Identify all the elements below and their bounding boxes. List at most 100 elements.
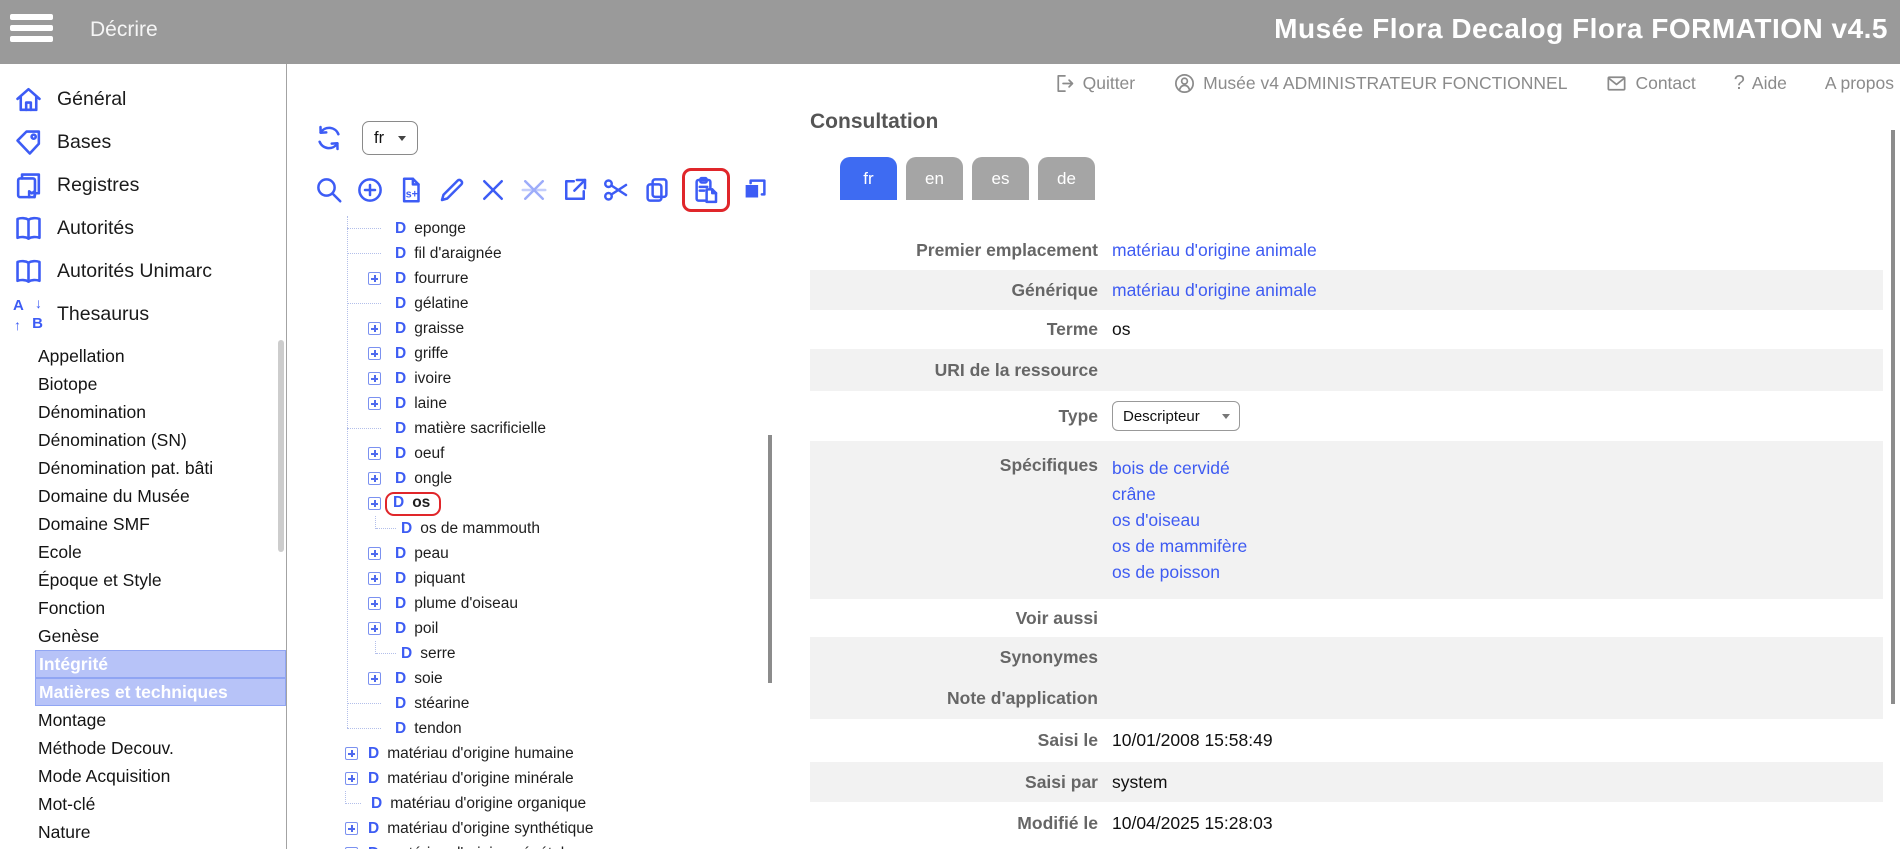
refresh-icon[interactable] [313, 120, 345, 156]
expand-plus-icon[interactable] [368, 272, 381, 285]
expand-plus-icon[interactable] [345, 772, 358, 785]
open-external-icon[interactable] [559, 172, 591, 208]
tree-item[interactable]: Dsoie [287, 666, 765, 691]
tab-fr[interactable]: fr [840, 157, 897, 200]
tree-item-label[interactable]: griffe [414, 345, 448, 363]
field-value-link[interactable]: matériau d'origine animale [1112, 280, 1317, 301]
add-synonym-doc-icon[interactable]: s+ [395, 172, 427, 208]
list-item[interactable]: Dénomination [0, 398, 286, 426]
tree-item[interactable]: Dmatériau d'origine minérale [287, 766, 765, 791]
field-value-link[interactable]: matériau d'origine animale [1112, 240, 1317, 261]
tree-item-label[interactable]: stéarine [414, 695, 469, 713]
list-item[interactable]: Domaine du Musée [0, 482, 286, 510]
expand-plus-icon[interactable] [368, 672, 381, 685]
list-item[interactable]: Méthode Decouv. [0, 734, 286, 762]
sidebar-item-autorites[interactable]: Autorités [0, 207, 286, 250]
expand-plus-icon[interactable] [368, 322, 381, 335]
list-item[interactable]: Montage [0, 706, 286, 734]
list-item[interactable]: Domaine SMF [0, 510, 286, 538]
specifique-link[interactable]: bois de cervidé [1112, 455, 1247, 481]
expand-plus-icon[interactable] [368, 622, 381, 635]
tree-item[interactable]: Dgriffe [287, 341, 765, 366]
cut-scissors-icon[interactable] [600, 172, 632, 208]
tree-item-label[interactable]: matière sacrificielle [414, 420, 546, 438]
tree-item[interactable]: Divoire [287, 366, 765, 391]
list-item[interactable]: Nature [0, 818, 286, 846]
search-icon[interactable] [313, 172, 345, 208]
list-item[interactable]: Biotope [0, 370, 286, 398]
tree-item[interactable]: Dpeau [287, 541, 765, 566]
expand-plus-icon[interactable] [345, 822, 358, 835]
expand-plus-icon[interactable] [368, 572, 381, 585]
tree-item-label[interactable]: fourrure [414, 270, 468, 288]
tree-item[interactable]: Deponge [287, 216, 765, 241]
sidebar-item-autorites-unimarc[interactable]: Autorités Unimarc [0, 250, 286, 293]
list-item-selected[interactable]: Intégrité [35, 650, 286, 678]
tree-item[interactable]: Dmatériau d'origine humaine [287, 741, 765, 766]
tree-item[interactable]: Doeuf [287, 441, 765, 466]
tree-item-label[interactable]: os de mammouth [420, 520, 540, 538]
tree-item[interactable]: Dserre [287, 641, 765, 666]
tree-item-label[interactable]: piquant [414, 570, 465, 588]
tree-item-label[interactable]: serre [420, 645, 455, 663]
expand-plus-icon[interactable] [368, 397, 381, 410]
tree-item-label[interactable]: laine [414, 395, 447, 413]
tree-item[interactable]: Dmatière sacrificielle [287, 416, 765, 441]
tree-item-label[interactable]: graisse [414, 320, 464, 338]
tree-item-label[interactable]: matériau d'origine synthétique [387, 820, 593, 838]
tree-item-label[interactable]: oeuf [414, 445, 444, 463]
edit-pencil-icon[interactable] [436, 172, 468, 208]
tree-item-label[interactable]: tendon [414, 720, 461, 738]
list-item[interactable]: Mode Acquisition [0, 762, 286, 790]
list-item[interactable]: Mot-clé [0, 790, 286, 818]
tab-en[interactable]: en [906, 157, 963, 200]
add-circle-icon[interactable] [354, 172, 386, 208]
expand-plus-icon[interactable] [368, 597, 381, 610]
expand-plus-icon[interactable] [368, 372, 381, 385]
paste-icon[interactable] [690, 172, 722, 208]
type-select[interactable]: Descripteur [1112, 401, 1240, 431]
expand-plus-icon[interactable] [368, 547, 381, 560]
tree-item-label[interactable]: peau [414, 545, 448, 563]
specifique-link[interactable]: os de poisson [1112, 559, 1247, 585]
expand-plus-icon[interactable] [345, 747, 358, 760]
delete-branch-x-icon[interactable] [518, 172, 550, 208]
tree-item[interactable]: Dgélatine [287, 291, 765, 316]
list-item[interactable]: Ecole [0, 538, 286, 566]
main-scrollbar[interactable] [1891, 130, 1895, 704]
tree-item[interactable]: Dpiquant [287, 566, 765, 591]
tree-item[interactable]: Dmatériau d'origine végétale [287, 841, 765, 849]
tree-item[interactable]: Dlaine [287, 391, 765, 416]
tree-item-label[interactable]: gélatine [414, 295, 468, 313]
tree-item-label[interactable]: matériau d'origine minérale [387, 770, 573, 788]
sidebar-item-general[interactable]: Général [0, 78, 286, 121]
duplicate-icon[interactable] [739, 172, 771, 208]
contact-link[interactable]: Contact [1605, 72, 1695, 95]
list-item[interactable]: Époque et Style [0, 566, 286, 594]
tree-item[interactable]: Dstéarine [287, 691, 765, 716]
aide-link[interactable]: ? Aide [1734, 72, 1787, 95]
list-item[interactable]: Appellation [0, 342, 286, 370]
sidebar-item-registres[interactable]: Registres [0, 164, 286, 207]
list-item[interactable]: Genèse [0, 622, 286, 650]
tree-item-label[interactable]: poil [414, 620, 438, 638]
list-item[interactable]: Dénomination (SN) [0, 426, 286, 454]
tab-de[interactable]: de [1038, 157, 1095, 200]
expand-plus-icon[interactable] [368, 347, 381, 360]
tree-item[interactable]: Dfourrure [287, 266, 765, 291]
tree-item-label[interactable]: soie [414, 670, 442, 688]
tree-language-select[interactable]: fr [362, 121, 418, 155]
tree-item-label[interactable]: matériau d'origine organique [390, 795, 586, 813]
list-item[interactable]: Dénomination pat. bâti [0, 454, 286, 482]
specifique-link[interactable]: crâne [1112, 481, 1247, 507]
tree-item-selected-os[interactable]: Dos [287, 491, 765, 516]
sidebar-scrollbar[interactable] [278, 340, 284, 552]
tab-es[interactable]: es [972, 157, 1029, 200]
tree-item[interactable]: Dtendon [287, 716, 765, 741]
tree-item-label[interactable]: ongle [414, 470, 452, 488]
tree-item-label[interactable]: os [412, 494, 430, 512]
sidebar-item-bases[interactable]: Bases [0, 121, 286, 164]
specifique-link[interactable]: os d'oiseau [1112, 507, 1247, 533]
expand-plus-icon[interactable] [368, 472, 381, 485]
tree-item[interactable]: Dos de mammouth [287, 516, 765, 541]
